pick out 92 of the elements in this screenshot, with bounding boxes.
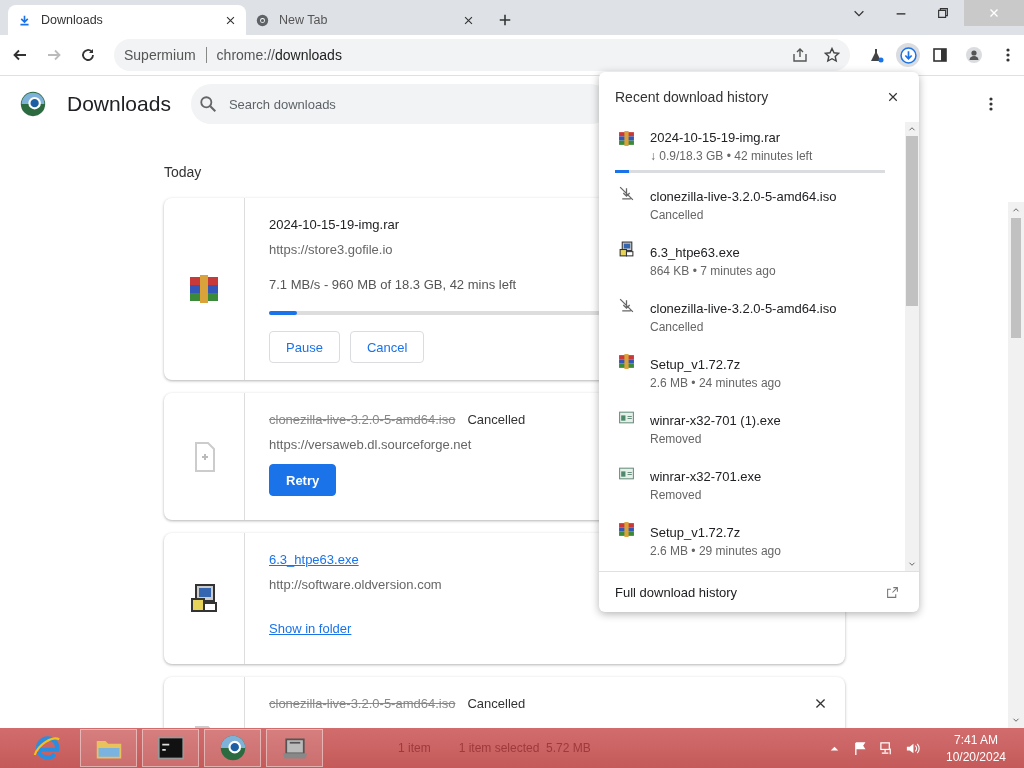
download-status: Removed bbox=[650, 487, 703, 502]
taskbar-button[interactable] bbox=[142, 729, 199, 767]
program-icon bbox=[618, 409, 635, 426]
status-label: Cancelled bbox=[467, 695, 526, 711]
scroll-thumb[interactable] bbox=[1011, 218, 1021, 338]
page-title: Downloads bbox=[67, 92, 171, 116]
cancelled-download-icon bbox=[618, 297, 635, 314]
file-link[interactable]: 6.3_htpe63.exe bbox=[269, 551, 359, 567]
download-status: Cancelled bbox=[650, 207, 705, 222]
show-in-folder-link[interactable]: Show in folder bbox=[269, 621, 352, 636]
file-name: clonezilla-live-3.2.0-5-amd64.iso bbox=[269, 695, 456, 711]
close-icon[interactable] bbox=[463, 14, 474, 26]
url-text: chrome://downloads bbox=[216, 47, 342, 63]
remove-icon[interactable] bbox=[814, 696, 827, 710]
download-status: 864 KB • 7 minutes ago bbox=[650, 263, 776, 278]
taskbar-button[interactable] bbox=[204, 729, 261, 767]
star-icon[interactable] bbox=[824, 47, 841, 63]
action-button[interactable]: Cancel bbox=[349, 331, 425, 363]
tab-title: Downloads bbox=[41, 13, 104, 27]
file-name: Setup_v1.72.7z bbox=[650, 356, 742, 372]
downloads-button[interactable] bbox=[896, 43, 920, 67]
browser-icon bbox=[32, 734, 61, 762]
file-name: 2024-10-15-19-img.rar bbox=[269, 216, 400, 232]
file-name: winrar-x32-701.exe bbox=[650, 468, 762, 484]
external-link-icon bbox=[886, 585, 899, 599]
browser-logo-icon bbox=[20, 91, 46, 117]
restore-icon[interactable] bbox=[936, 5, 950, 20]
download-row[interactable]: 6.3_htpe63.exe 864 KB • 7 minutes ago bbox=[618, 233, 889, 289]
browser-tab[interactable]: Downloads bbox=[8, 5, 246, 35]
side-panel-icon[interactable] bbox=[932, 47, 948, 63]
installer-icon bbox=[618, 241, 635, 258]
scroll-thumb[interactable] bbox=[906, 136, 918, 306]
file-name: Setup_v1.72.7z bbox=[650, 524, 742, 540]
file-name: clonezilla-live-3.2.0-5-amd64.iso bbox=[269, 411, 456, 427]
download-row[interactable]: winrar-x32-701 (1).exe Removed bbox=[618, 401, 889, 457]
site-label: Supermium bbox=[124, 47, 207, 63]
action-button[interactable]: Retry bbox=[269, 464, 337, 496]
source-url: https://versaweb.dl.sourceforge.net bbox=[269, 437, 472, 452]
full-history-link[interactable]: Full download history bbox=[599, 572, 919, 612]
download-status: Cancelled bbox=[650, 319, 705, 334]
reload-icon[interactable] bbox=[80, 47, 96, 63]
file-name: winrar-x32-701 (1).exe bbox=[650, 412, 781, 428]
scrollbar[interactable] bbox=[1008, 202, 1024, 728]
close-icon[interactable] bbox=[225, 14, 236, 26]
installer-icon bbox=[188, 582, 220, 615]
flag-icon[interactable] bbox=[853, 740, 868, 756]
flask-icon[interactable] bbox=[868, 47, 885, 63]
archive-icon bbox=[188, 273, 220, 305]
download-status: ↓ 0.9/18.3 GB • 42 minutes left bbox=[650, 148, 813, 163]
progress-text: 7.1 MB/s - 960 MB of 18.3 GB, 42 mins left bbox=[269, 277, 517, 292]
action-button[interactable]: Pause bbox=[269, 331, 340, 363]
bubble-title: Recent download history bbox=[615, 89, 770, 105]
address-bar[interactable]: Supermium chrome://downloads bbox=[114, 39, 851, 71]
back-icon[interactable] bbox=[12, 47, 28, 63]
network-icon[interactable] bbox=[879, 740, 894, 756]
download-row[interactable]: clonezilla-live-3.2.0-5-amd64.iso Cancelled bbox=[618, 289, 889, 345]
file-name: clonezilla-live-3.2.0-5-amd64.iso bbox=[650, 300, 837, 316]
file-name: 6.3_htpe63.exe bbox=[650, 244, 741, 260]
archive-icon bbox=[618, 521, 635, 538]
clock-time[interactable]: 7:41 AM bbox=[954, 732, 998, 747]
download-row[interactable]: Setup_v1.72.7z 2.6 MB • 29 minutes ago bbox=[618, 513, 889, 569]
profile-icon[interactable] bbox=[966, 47, 982, 63]
date-heading: Today bbox=[164, 164, 203, 180]
source-url: http://software.oldversion.com bbox=[269, 577, 442, 592]
file-name: 2024-10-15-19-img.rar bbox=[650, 129, 782, 145]
clock-date[interactable]: 10/20/2024 bbox=[945, 749, 1007, 764]
download-status: Removed bbox=[650, 431, 703, 446]
globe-icon bbox=[256, 13, 269, 27]
file-name: clonezilla-live-3.2.0-5-amd64.iso bbox=[650, 188, 837, 204]
tab-title: New Tab bbox=[279, 13, 329, 27]
download-icon bbox=[18, 13, 31, 27]
share-icon[interactable] bbox=[792, 47, 809, 63]
close-icon[interactable] bbox=[887, 91, 899, 103]
scrollbar[interactable] bbox=[905, 122, 919, 571]
search-icon bbox=[198, 95, 217, 113]
download-icon bbox=[899, 46, 917, 64]
download-row[interactable]: clonezilla-live-3.2.0-5-amd64.iso Cancelled bbox=[618, 177, 889, 233]
program-icon bbox=[618, 465, 635, 482]
new-tab-icon[interactable] bbox=[498, 13, 512, 27]
console-icon bbox=[156, 734, 185, 762]
download-status: 2.6 MB • 29 minutes ago bbox=[650, 543, 781, 558]
status-label: Cancelled bbox=[467, 411, 526, 427]
browser-icon bbox=[218, 734, 247, 762]
download-row[interactable]: winrar-x32-701.exe Removed bbox=[618, 457, 889, 513]
source-url: https://store3.gofile.io bbox=[269, 242, 393, 257]
archive-icon bbox=[618, 130, 635, 147]
speaker-icon[interactable] bbox=[905, 740, 920, 756]
download-row[interactable]: Setup_v1.72.7z 2.6 MB • 24 minutes ago bbox=[618, 345, 889, 401]
download-row[interactable]: 2024-10-15-19-img.rar ↓ 0.9/18.3 GB • 42 minutes left bbox=[618, 122, 889, 170]
download-status: 2.6 MB • 24 minutes ago bbox=[650, 375, 781, 390]
archive-icon bbox=[618, 353, 635, 370]
cancelled-download-icon bbox=[618, 185, 635, 202]
